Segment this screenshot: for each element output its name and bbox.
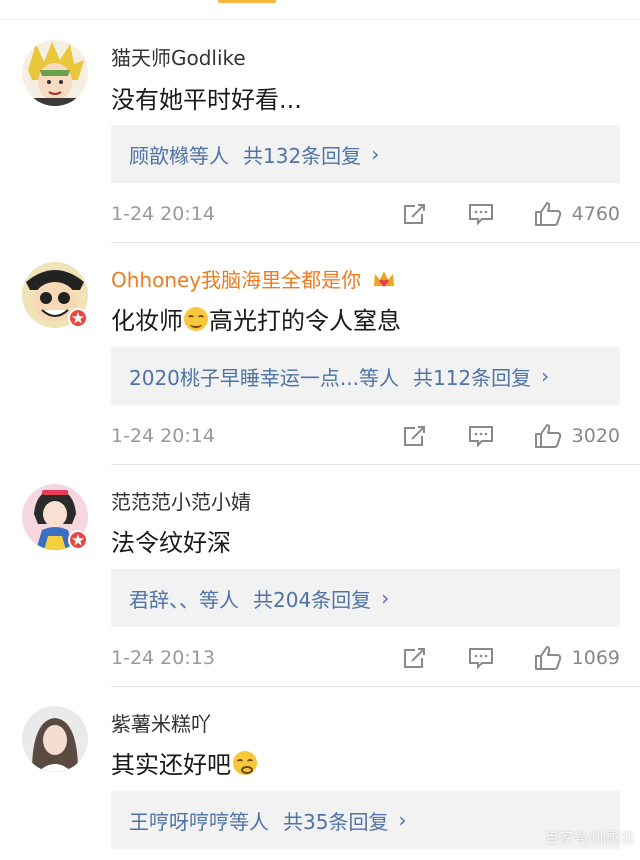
reply-user[interactable]: 君辞、、 [129, 584, 199, 613]
comment-meta: 1-24 20:14 3020 [111, 421, 620, 451]
comment-username[interactable]: 紫薯米糕吖 [111, 708, 211, 737]
hand-over-mouth-emoji-icon [233, 750, 257, 775]
comment-text: 没有她平时好看... [111, 86, 302, 114]
top-divider [0, 19, 640, 20]
repost-button[interactable] [402, 202, 428, 226]
watermark: 百家号/帅影视 [545, 831, 634, 847]
comment-icon [468, 204, 493, 226]
sweat-smile-emoji-icon [184, 306, 208, 331]
reply-user[interactable]: 王哼呀哼哼 [129, 806, 229, 835]
comment-text: 法令纹好深 [111, 529, 231, 557]
comment-username[interactable]: Ohhoney我脑海里全都是你 [111, 264, 396, 293]
comment-icon [468, 426, 493, 448]
like-button[interactable]: 1069 [534, 645, 620, 671]
comment-divider [111, 242, 640, 243]
reply-etc-label: 等人 [229, 809, 269, 834]
reply-total[interactable]: 共35条回复 [283, 806, 388, 835]
reply-etc-label: 等人 [199, 587, 239, 612]
comment-text: 化妆师 高光打的令人窒息 [111, 301, 401, 336]
comment-username[interactable]: 范范范小范小婧 [111, 486, 251, 515]
comment-username-text: Ohhoney我脑海里全都是你 [111, 268, 362, 292]
replies-preview[interactable]: 君辞、、 等人 共204条回复 › [111, 569, 620, 627]
top-tab-bar [0, 0, 640, 20]
active-tab-indicator [218, 0, 276, 3]
like-button[interactable]: 4760 [534, 201, 620, 227]
reply-total[interactable]: 共112条回复 [413, 362, 531, 391]
comment-divider [111, 464, 640, 465]
avatar-anime-character-icon [22, 42, 88, 106]
comment-username[interactable]: 猫天师Godlike [111, 42, 246, 71]
comment-button[interactable] [468, 424, 494, 448]
reply-user[interactable]: 2020桃子早睡幸运一点... [129, 362, 359, 391]
comment-text: 其实还好吧 [111, 745, 258, 780]
like-count: 1069 [571, 647, 620, 669]
fan-badge-icon [373, 271, 394, 287]
reply-etc-label: 等人 [358, 365, 399, 390]
thumbs-up-icon [534, 646, 561, 670]
comment-text-part: 其实还好吧 [111, 751, 231, 779]
comment-meta: 1-24 20:14 4760 [111, 199, 620, 229]
reply-total[interactable]: 共132条回复 [243, 140, 361, 169]
avatar-portrait-photo-icon [32, 718, 78, 772]
comment-meta: 1-24 20:13 1069 [111, 643, 620, 673]
comment-time: 1-24 20:13 [111, 647, 215, 669]
avatar[interactable] [22, 706, 88, 772]
repost-icon [403, 648, 425, 668]
thumbs-up-icon [534, 424, 561, 448]
chevron-right-icon: › [381, 586, 390, 610]
comment-button[interactable] [468, 202, 494, 226]
repost-icon [403, 426, 425, 446]
chevron-right-icon: › [541, 364, 550, 388]
repost-icon [403, 204, 425, 224]
comment-text-part: 化妆师 [111, 307, 183, 335]
replies-preview[interactable]: 顾歆橼 等人 共132条回复 › [111, 125, 620, 183]
avatar[interactable] [22, 40, 88, 106]
comment-divider [111, 686, 640, 687]
chevron-right-icon: › [398, 808, 407, 832]
replies-preview[interactable]: 王哼呀哼哼 等人 共35条回复 › [111, 791, 620, 849]
comment-time: 1-24 20:14 [111, 425, 215, 447]
repost-button[interactable] [402, 646, 428, 670]
verified-badge-icon [68, 308, 88, 328]
avatar[interactable] [22, 484, 88, 550]
reply-etc-label: 等人 [189, 143, 229, 168]
reply-user[interactable]: 顾歆橼 [129, 140, 189, 169]
reply-total[interactable]: 共204条回复 [253, 584, 371, 613]
avatar[interactable] [22, 262, 88, 328]
verified-badge-icon [68, 530, 88, 550]
like-count: 3020 [571, 425, 620, 447]
like-button[interactable]: 3020 [534, 423, 620, 449]
thumbs-up-icon [534, 202, 561, 226]
replies-preview[interactable]: 2020桃子早睡幸运一点... 等人 共112条回复 › [111, 347, 620, 405]
like-count: 4760 [571, 203, 620, 225]
chevron-right-icon: › [371, 142, 380, 166]
comment-button[interactable] [468, 646, 494, 670]
comment-icon [468, 648, 493, 670]
repost-button[interactable] [402, 424, 428, 448]
comment-time: 1-24 20:14 [111, 203, 215, 225]
comment-text-part: 高光打的令人窒息 [209, 307, 401, 335]
